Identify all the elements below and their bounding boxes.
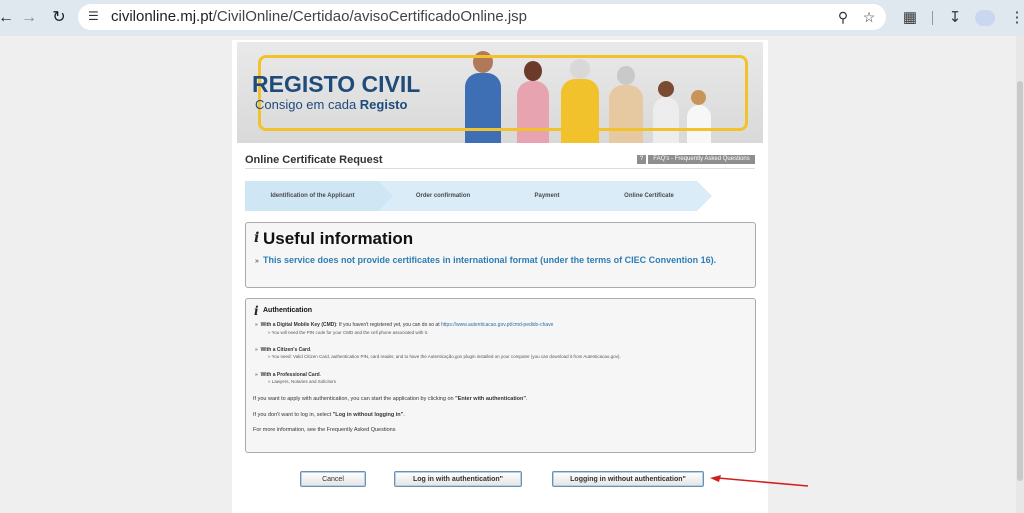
help-icon[interactable]: ? [637, 155, 646, 164]
login-without-authentication-button[interactable]: Logging in without authentication" [552, 471, 704, 487]
step-label: Identification of the Applicant [270, 193, 355, 199]
auth-paragraph-without-auth: If you don't want to log in, select "Log… [253, 412, 405, 418]
step-label: Order confirmation [415, 193, 471, 199]
banner-title: REGISTO CIVIL [252, 71, 421, 97]
step-identification: Identification of the Applicant [245, 181, 395, 211]
page-title: Online Certificate Request [245, 154, 383, 166]
scrollbar-thumb[interactable] [1017, 81, 1023, 481]
useful-info-message: This service does not provide certificat… [263, 255, 717, 265]
step-online-certificate: Online Certificate [586, 181, 712, 211]
step-label: Payment [534, 193, 560, 199]
info-icon: i [254, 230, 260, 246]
authentication-box: i Authentication » With a Digital Mobile… [245, 298, 756, 453]
auth-paragraph-with-auth: If you want to apply with authentication… [253, 396, 528, 402]
authentication-heading: Authentication [263, 307, 312, 314]
auth-item-professional-card-detail: » Lawyers, Notaries and Solicitors [268, 379, 337, 384]
address-bar[interactable]: ☰ civilonline.mj.pt/CivilOnline/Certidao… [78, 4, 886, 30]
auth-paragraph-faq: For more information, see the Frequently… [253, 427, 396, 433]
toolbar-divider [932, 11, 933, 25]
faq-label[interactable]: FAQ's - Frequently Asked Questions [648, 155, 755, 164]
star-icon[interactable]: ☆ [859, 7, 879, 27]
useful-info-heading: Useful information [263, 229, 414, 248]
auth-item-citizen-card-detail: » You need: Valid Citizen Card, authenti… [268, 354, 621, 359]
kebab-menu-icon[interactable]: ⋮ [1005, 6, 1024, 30]
cmd-registration-link[interactable]: https://www.autenticacao.gov.pt/cmd-pedi… [441, 322, 553, 328]
vertical-scrollbar[interactable] [1016, 36, 1024, 513]
progress-steps: Identification of the Applicant Order co… [245, 181, 715, 211]
annotation-arrow-icon [710, 475, 809, 487]
banner-subtitle: Consigo em cada Registo [255, 97, 408, 112]
url-text[interactable]: civilonline.mj.pt/CivilOnline/Certidao/a… [111, 8, 527, 25]
login-with-authentication-button[interactable]: Log in with authentication" [394, 471, 522, 487]
info-icon: i [254, 304, 259, 318]
auth-item-cmd: » With a Digital Mobile Key (CMD): If yo… [255, 322, 554, 328]
step-label: Online Certificate [624, 193, 674, 199]
profile-avatar[interactable] [975, 10, 995, 26]
cancel-button[interactable]: Cancel [300, 471, 366, 487]
download-icon[interactable]: ↧ [943, 6, 967, 30]
title-divider [245, 168, 755, 169]
reload-icon[interactable]: ↻ [47, 6, 71, 30]
auth-item-citizen-card: » With a Citizen's Card. [255, 347, 312, 353]
puzzle-icon[interactable]: ▦ [898, 6, 922, 30]
useful-information-box: i Useful information » This service does… [245, 222, 756, 288]
arrow-right-icon[interactable]: → [17, 6, 41, 30]
arrow-left-icon[interactable]: ← [0, 6, 18, 30]
tune-icon[interactable]: ☰ [88, 9, 102, 23]
bullet-icon: » [255, 258, 259, 265]
step-order-confirmation: Order confirmation [378, 181, 508, 211]
auth-item-cmd-detail: » You will need the PIN code for your CM… [268, 330, 429, 335]
zoom-icon[interactable]: ⚲ [833, 7, 853, 27]
browser-toolbar: ← → ↻ ☰ civilonline.mj.pt/CivilOnline/Ce… [0, 0, 1024, 36]
auth-item-professional-card: » With a Professional Card. [255, 372, 322, 378]
